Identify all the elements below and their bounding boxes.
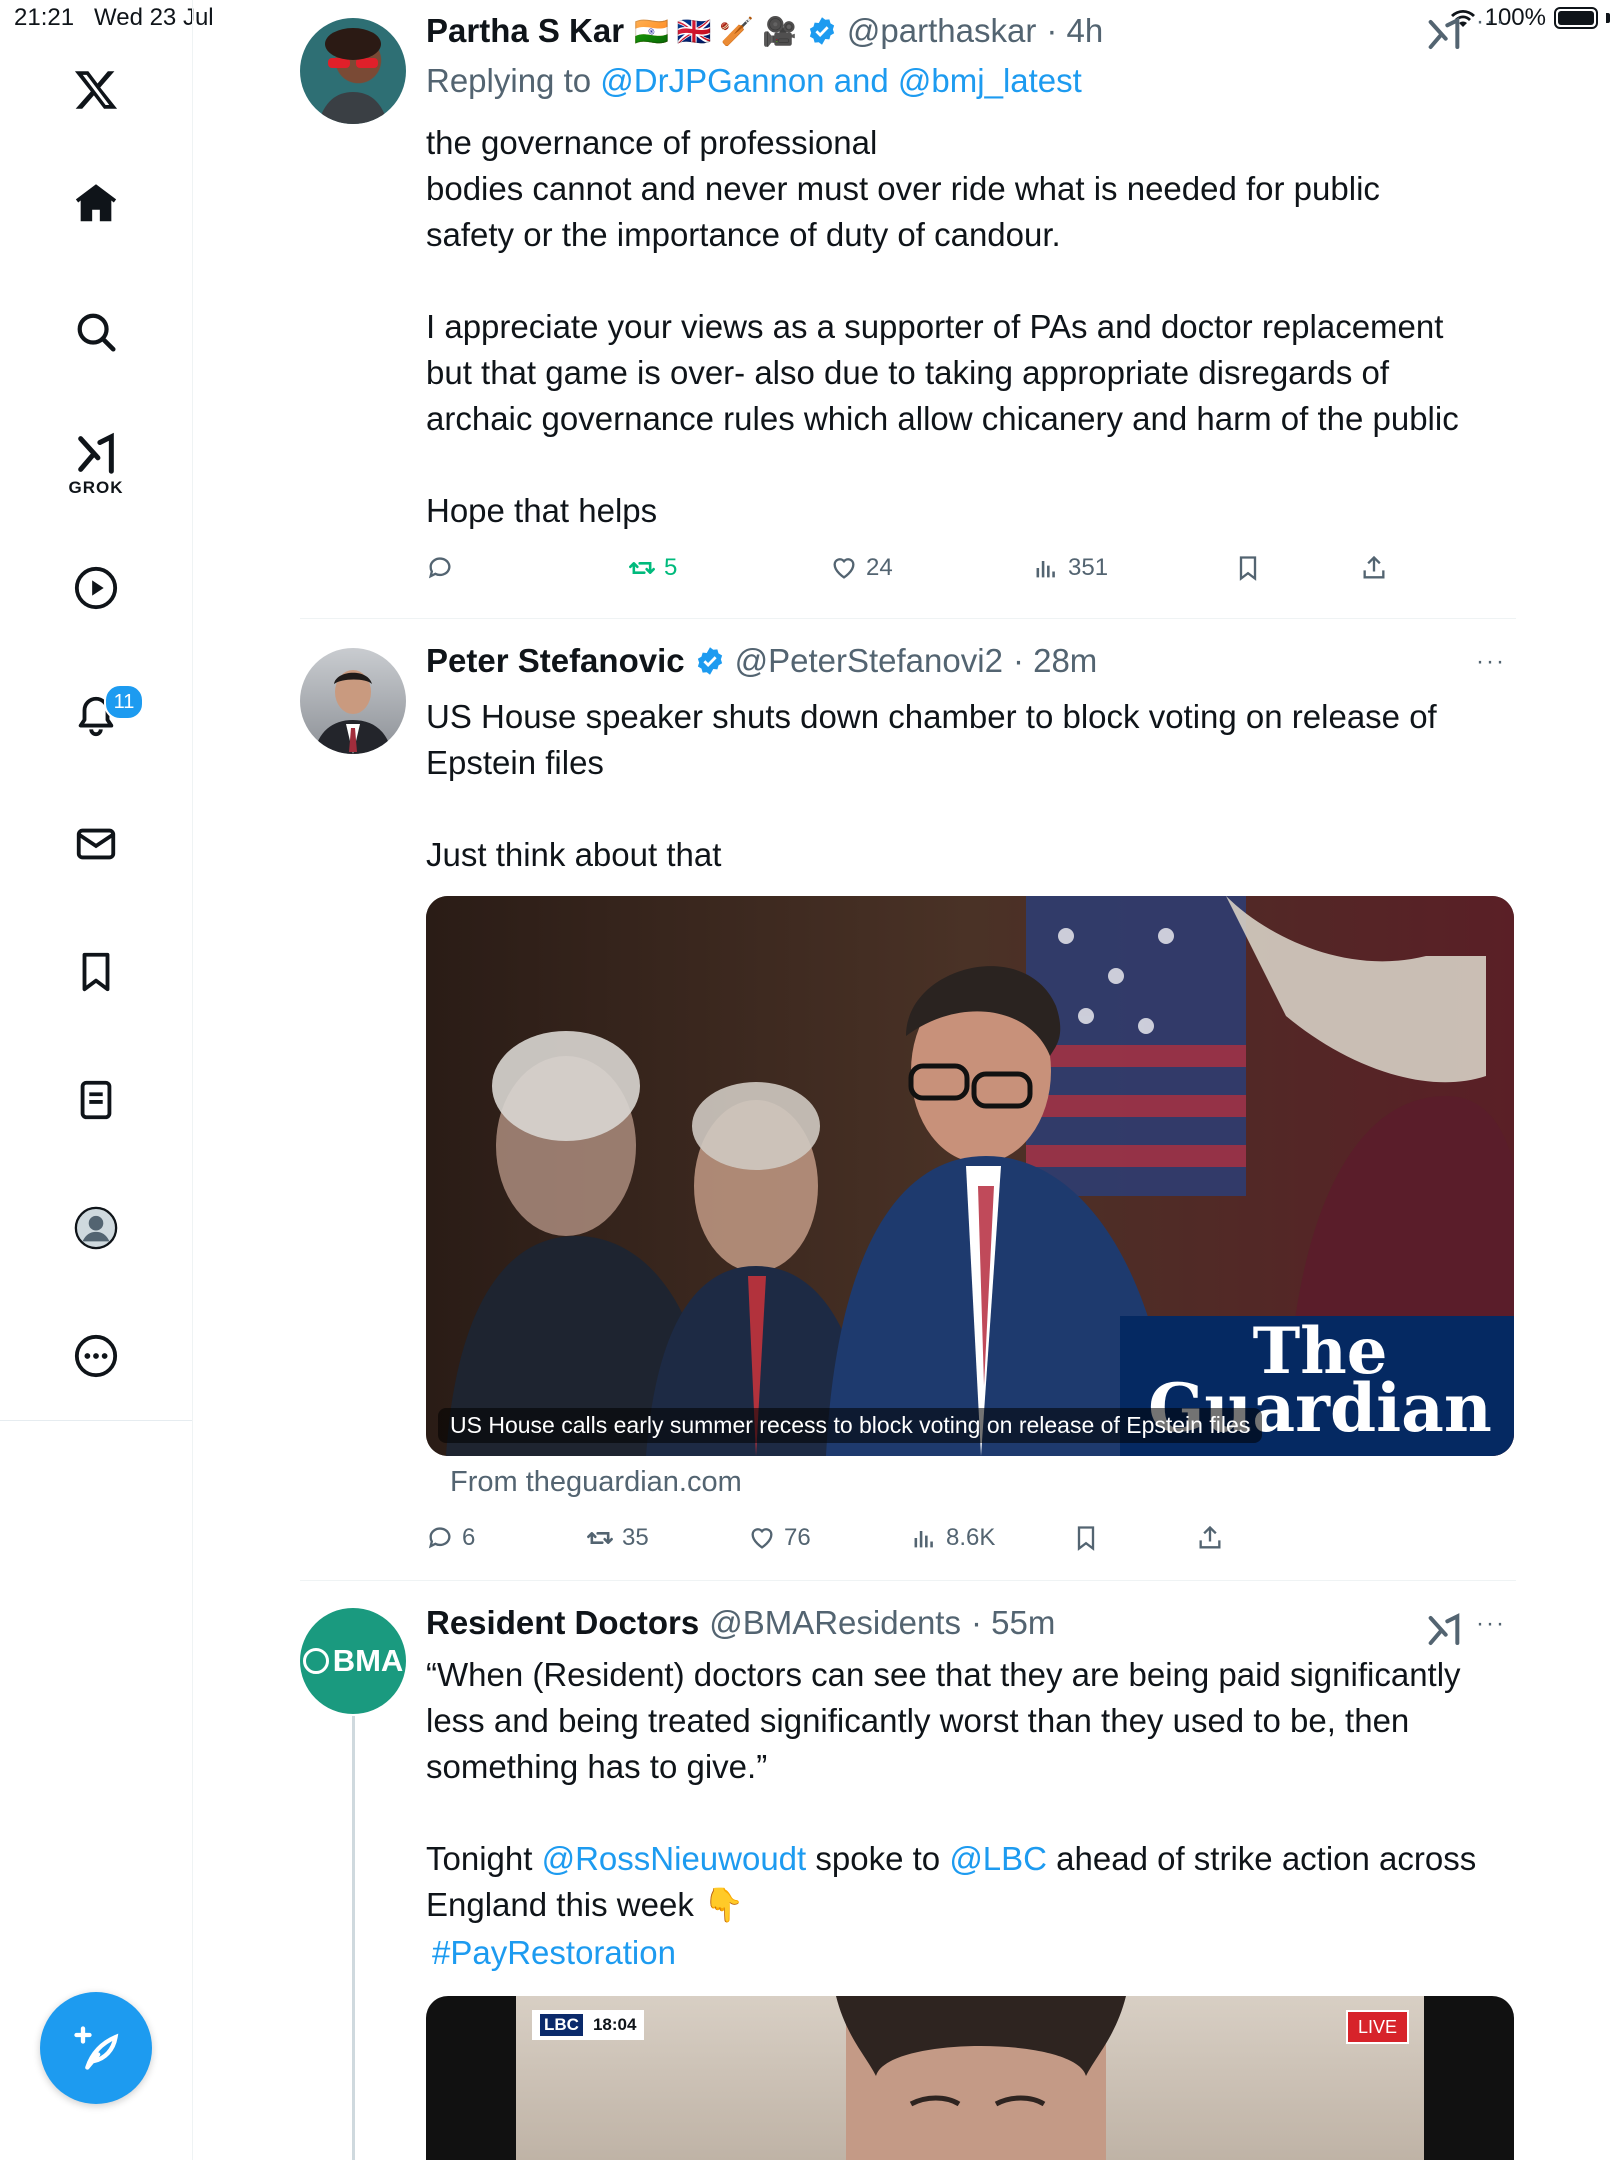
tweet-text: the governance of professional bodies ca…: [426, 124, 1459, 529]
like-button[interactable]: 24: [830, 554, 893, 582]
video-person: [836, 1996, 1126, 2160]
link-card[interactable]: The Guardian US House calls early summer…: [426, 896, 1514, 1456]
profile-icon[interactable]: [66, 1198, 126, 1258]
thread-line: [352, 1716, 355, 2160]
replying-users[interactable]: @DrJPGannon and @bmj_latest: [600, 62, 1082, 99]
live-badge: LIVE: [1346, 2010, 1410, 2044]
video-time: 18:04: [592, 2015, 637, 2034]
lbc-logo: LBC: [540, 2014, 583, 2036]
grok-icon[interactable]: [66, 424, 126, 484]
heart-icon: [833, 558, 855, 579]
avatar[interactable]: BMA: [300, 1608, 406, 1714]
post-time: · 55m: [970, 1604, 1056, 1641]
card-source[interactable]: From theguardian.com: [450, 1466, 742, 1499]
repost-button[interactable]: 35: [586, 1524, 649, 1552]
views-button[interactable]: 351: [1032, 554, 1108, 582]
reply-button[interactable]: 6: [426, 1524, 475, 1552]
grok-label: GROK: [68, 478, 124, 497]
verified-icon: [697, 647, 722, 675]
repost-count: 35: [622, 1524, 649, 1551]
lists-icon[interactable]: [66, 1070, 126, 1130]
share-icon: [1199, 1525, 1221, 1549]
tweet-text: US House speaker shuts down chamber to b…: [426, 698, 1437, 873]
mention-link[interactable]: @RossNieuwoudt: [542, 1840, 807, 1877]
grok-explain-icon[interactable]: [1424, 1606, 1464, 1655]
views-button[interactable]: 8.6K: [910, 1524, 995, 1552]
author-name[interactable]: Partha S Kar: [426, 12, 624, 50]
tweet-divider: [300, 1580, 1516, 1581]
search-icon[interactable]: [66, 302, 126, 362]
heart-icon: [751, 1528, 773, 1549]
verified-icon: [809, 17, 835, 45]
more-options-icon[interactable]: ···: [1476, 648, 1506, 676]
like-count: 24: [866, 554, 893, 581]
more-options-icon[interactable]: ···: [1476, 1610, 1506, 1638]
author-name[interactable]: Resident Doctors: [426, 1604, 699, 1642]
avatar[interactable]: [300, 18, 406, 124]
view-count: 351: [1068, 554, 1109, 581]
author-name[interactable]: Peter Stefanovic: [426, 642, 685, 680]
reply-count: 6: [462, 1524, 476, 1551]
tweet-header: Peter Stefanovic @PeterStefanovi2 · 28m: [426, 642, 1097, 680]
reply-button[interactable]: [426, 554, 462, 582]
compose-post-button[interactable]: [40, 1992, 152, 2104]
tweet-text: “When (Resident) doctors can see that th…: [426, 1656, 1461, 1785]
author-handle[interactable]: @PeterStefanovi2: [735, 642, 1003, 680]
share-icon: [1363, 555, 1385, 579]
bookmark-button[interactable]: [1234, 554, 1262, 582]
replying-to: Replying to @DrJPGannon and @bmj_latest: [426, 62, 1082, 100]
repost-button[interactable]: 5: [628, 554, 677, 582]
like-count: 76: [784, 1524, 811, 1551]
reply-icon: [428, 1527, 451, 1549]
views-icon: [1036, 561, 1055, 578]
tweet-header: Partha S Kar 🇮🇳 🇬🇧 🏏 🎥 @parthaskar · 4h: [426, 12, 1103, 50]
more-options-icon[interactable]: ···: [1476, 8, 1506, 36]
compose-post-icon: [74, 2026, 119, 2070]
sidebar-divider: [0, 1420, 192, 1421]
avatar-text: BMA: [332, 1643, 404, 1678]
avatar[interactable]: [300, 648, 406, 754]
text-spoke: spoke to: [806, 1840, 950, 1877]
grok-explain-icon[interactable]: [1424, 10, 1464, 59]
video-player[interactable]: LBC 18:04 LIVE: [426, 1996, 1514, 2160]
tweet-header: Resident Doctors @BMAResidents · 55m: [426, 1604, 1055, 1642]
status-right: 100%: [1449, 4, 1610, 32]
video-icon[interactable]: [66, 558, 126, 618]
card-caption: US House calls early summer recess to bl…: [438, 1408, 1263, 1443]
mention-link[interactable]: @LBC: [949, 1840, 1047, 1877]
bma-logo-icon: [302, 1648, 329, 1674]
replying-prefix: Replying to: [426, 62, 601, 99]
views-icon: [914, 1531, 933, 1548]
repost-count: 5: [664, 554, 678, 581]
view-count: 8.6K: [946, 1524, 996, 1551]
reply-icon: [428, 557, 451, 579]
author-handle[interactable]: @parthaskar: [847, 12, 1036, 50]
more-icon[interactable]: [66, 1326, 126, 1386]
notifications-badge: 11: [104, 684, 144, 720]
hashtag-link[interactable]: #PayRestoration: [432, 1930, 676, 1976]
battery-tip: [1606, 13, 1610, 23]
text-tonight: Tonight: [426, 1840, 542, 1877]
author-emoji: 🇮🇳 🇬🇧 🏏 🎥: [634, 15, 797, 47]
repost-icon: [629, 562, 655, 574]
x-logo-icon[interactable]: [66, 60, 126, 120]
tweet-text-2: Tonight @RossNieuwoudt spoke to @LBC ahe…: [426, 1836, 1536, 1928]
battery-icon: [1554, 7, 1598, 29]
home-icon[interactable]: [66, 174, 126, 234]
bookmark-button[interactable]: [1072, 1524, 1100, 1552]
post-time: · 4h: [1046, 12, 1104, 49]
tweet-divider: [300, 618, 1516, 619]
share-button[interactable]: [1360, 554, 1388, 582]
share-button[interactable]: [1196, 1524, 1224, 1552]
like-button[interactable]: 76: [748, 1524, 811, 1552]
messages-icon[interactable]: [66, 814, 126, 874]
lbc-badge: LBC 18:04: [532, 2010, 645, 2040]
bookmark-icon: [1077, 1526, 1095, 1551]
repost-icon: [587, 1532, 613, 1544]
post-time: · 28m: [1012, 642, 1098, 679]
bookmark-icon: [1239, 556, 1257, 581]
bookmarks-icon[interactable]: [66, 942, 126, 1002]
author-handle[interactable]: @BMAResidents: [709, 1604, 961, 1642]
